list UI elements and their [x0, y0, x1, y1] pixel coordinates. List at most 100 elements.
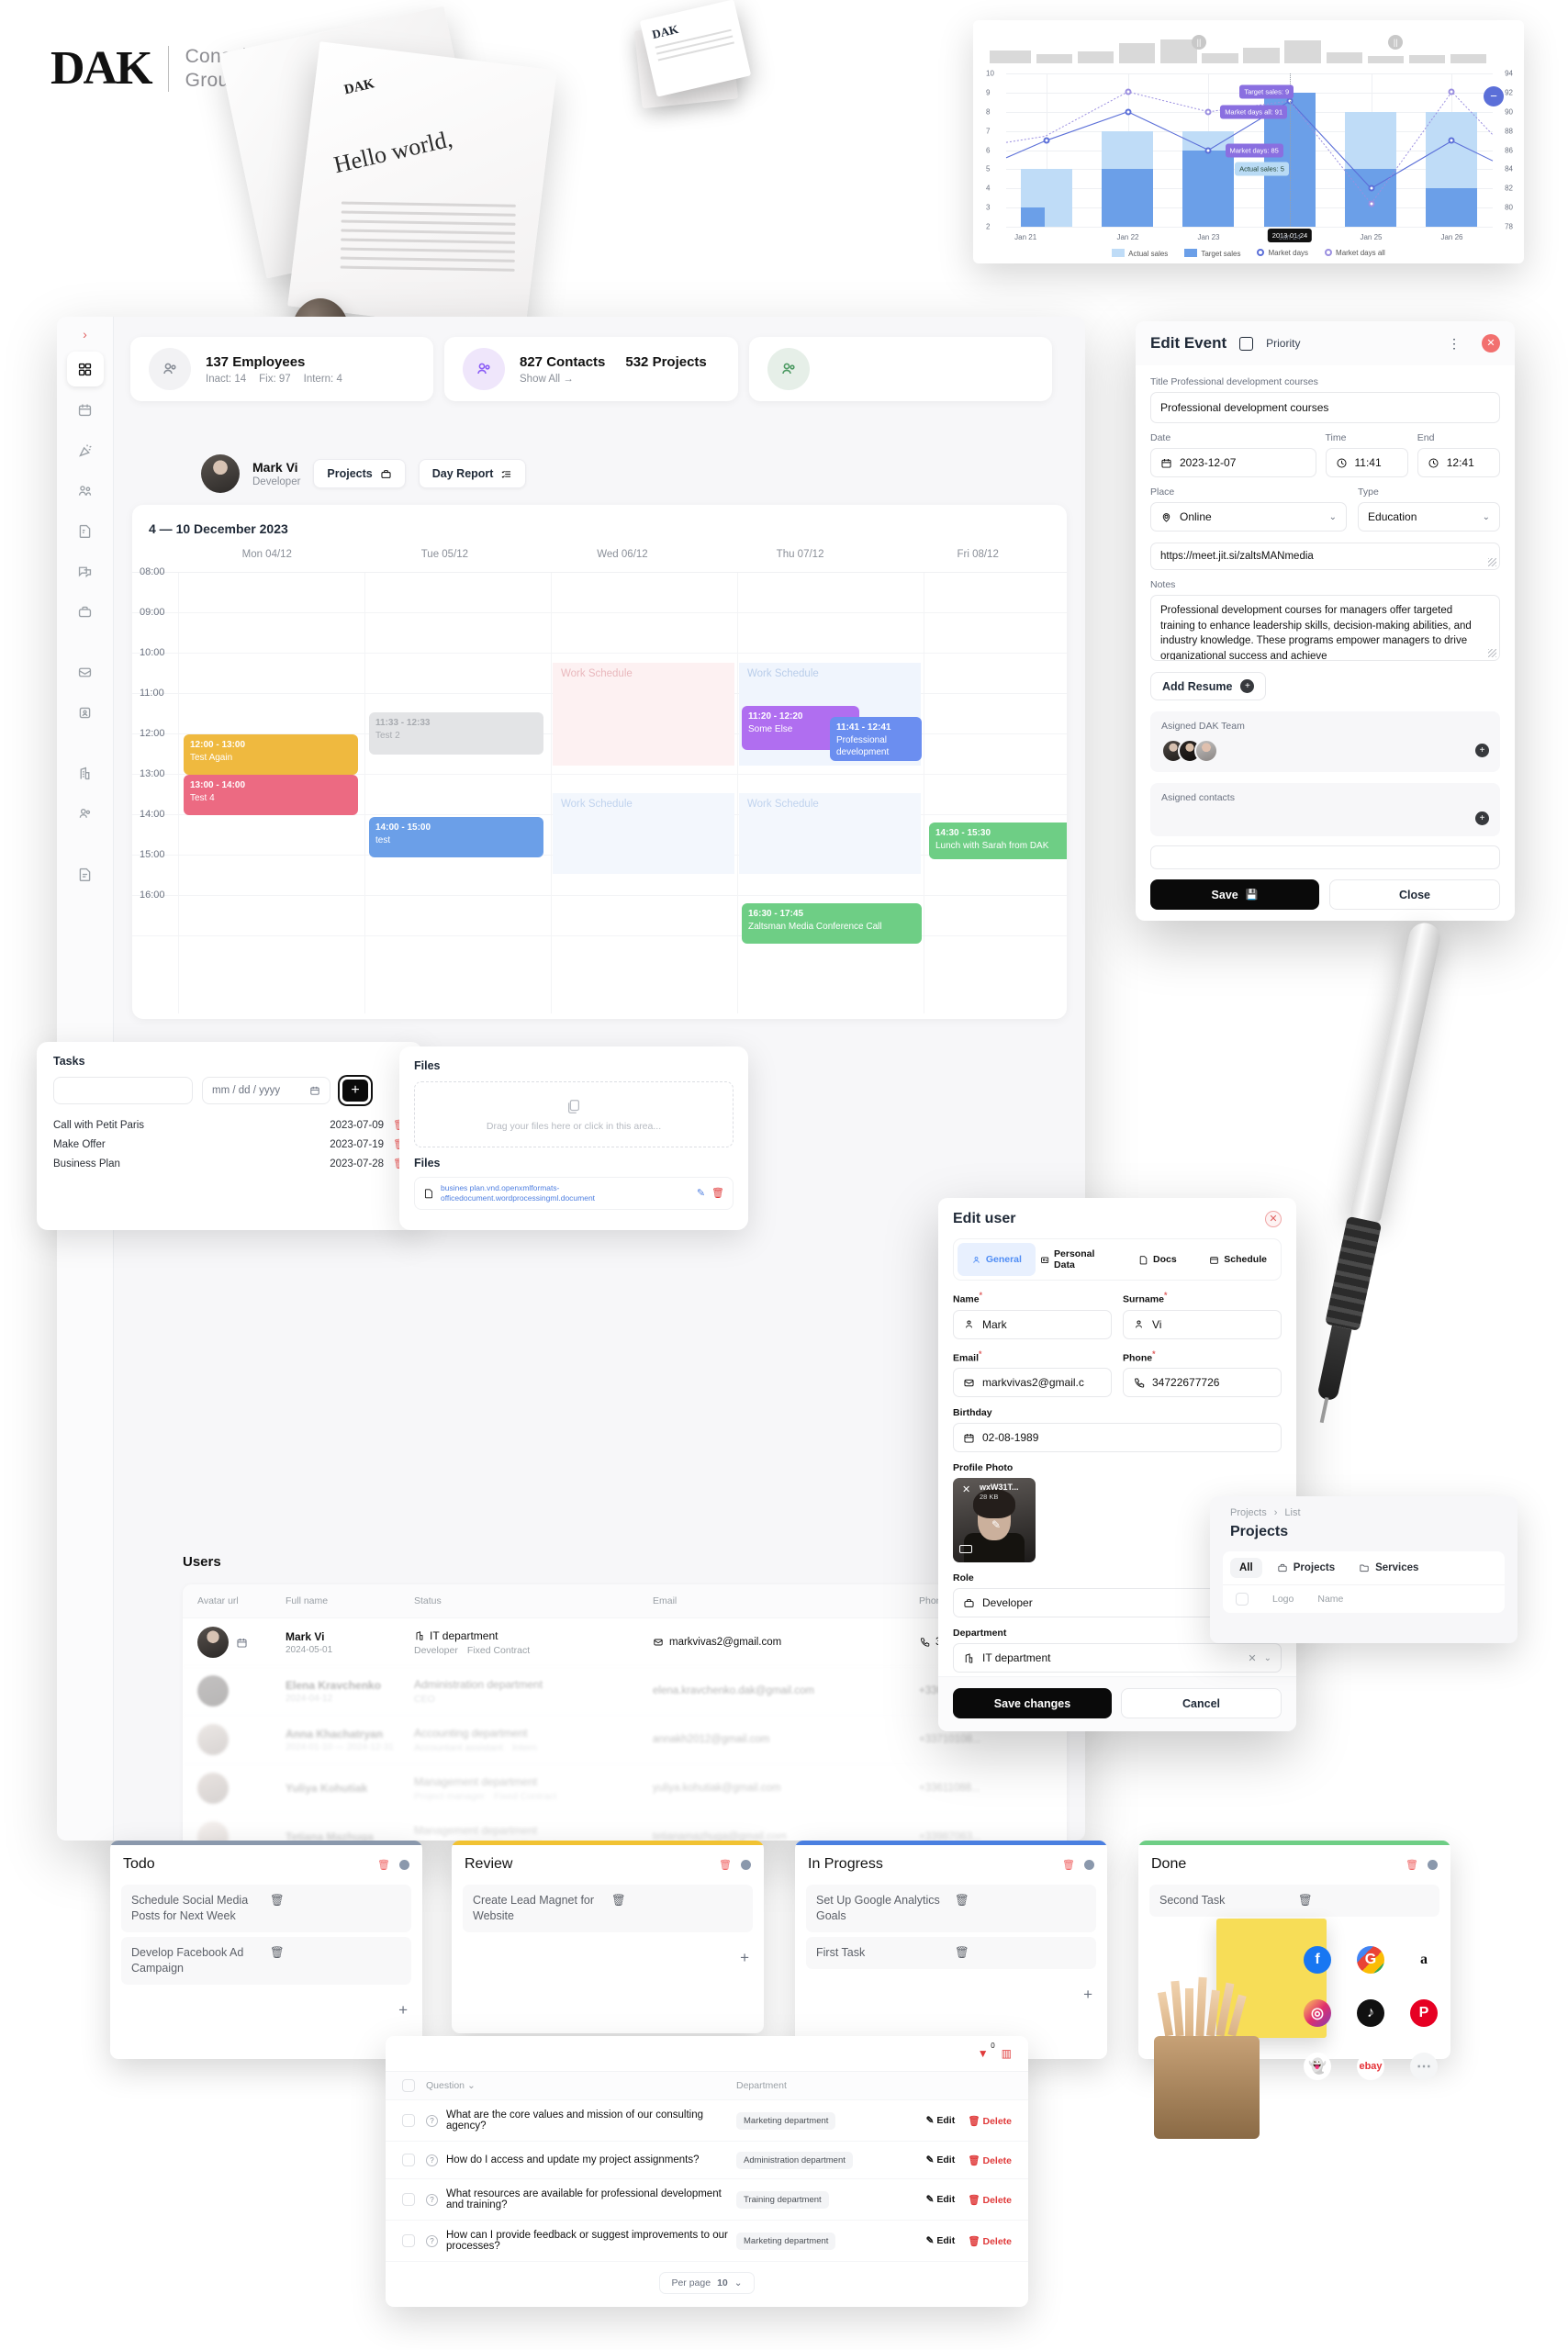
tab-docs[interactable]: Docs — [1119, 1243, 1197, 1276]
kanban-card[interactable]: First Task 🗑 — [806, 1936, 1096, 1969]
event-notes-textarea[interactable]: Professional development courses for man… — [1150, 595, 1500, 661]
more-icon[interactable]: ⋯ — [1410, 2053, 1438, 2080]
day-report-button[interactable]: Day Report — [418, 459, 527, 488]
delete-button[interactable]: 🗑 Delete — [968, 2194, 1012, 2206]
calendar-event[interactable]: 11:33 - 12:33 Test 2 — [369, 712, 543, 755]
edit-photo-icon[interactable]: ✎ — [991, 1518, 1001, 1531]
calendar-event[interactable]: 12:00 - 13:00 Test Again — [184, 734, 358, 775]
delete-card-icon[interactable]: 🗑 — [1298, 1893, 1429, 1908]
kanban-card[interactable]: Set Up Google Analytics Goals 🗑 — [806, 1885, 1096, 1932]
delete-card-icon[interactable]: 🗑 — [955, 1893, 1086, 1908]
delete-column-icon[interactable]: 🗑 — [719, 1859, 732, 1871]
task-name-input[interactable] — [53, 1077, 193, 1104]
breadcrumb-projects[interactable]: Projects — [1230, 1507, 1267, 1518]
save-button[interactable]: Save 💾 — [1150, 879, 1319, 910]
priority-checkbox[interactable] — [1239, 336, 1254, 351]
sidebar-item-projects[interactable] — [67, 594, 104, 629]
legend-item-market-days-all[interactable]: Market days all — [1325, 249, 1385, 258]
sidebar-item-team[interactable] — [67, 473, 104, 508]
delete-card-icon[interactable]: 🗑 — [611, 1893, 743, 1908]
row-checkbox[interactable] — [402, 2114, 415, 2127]
event-link-input[interactable]: https://meet.jit.si/zaltsMANmedia — [1150, 543, 1500, 570]
calendar-event[interactable]: 14:30 - 15:30 Lunch with Sarah from DAK — [929, 822, 1067, 859]
delete-card-icon[interactable]: 🗑 — [270, 1893, 401, 1908]
remove-photo-icon[interactable]: ✕ — [962, 1483, 970, 1495]
save-changes-button[interactable]: Save changes — [953, 1688, 1112, 1718]
column-status-dot[interactable] — [399, 1859, 409, 1870]
kanban-card[interactable]: Second Task 🗑 — [1149, 1885, 1439, 1917]
edit-file-icon[interactable]: ✎ — [697, 1187, 705, 1200]
kanban-card[interactable]: Create Lead Magnet for Website 🗑 — [463, 1885, 753, 1932]
amazon-icon[interactable]: a — [1410, 1946, 1438, 1974]
tab-general[interactable]: General — [958, 1243, 1036, 1276]
stat-card-employees[interactable]: 137 Employees Inact: 14 Fix: 97 Intern: … — [130, 337, 433, 401]
column-status-dot[interactable] — [1084, 1859, 1094, 1870]
table-row[interactable]: Tetiana Mazhuga Management departmentPro… — [183, 1812, 1067, 1841]
delete-button[interactable]: 🗑 Delete — [968, 2115, 1012, 2127]
row-checkbox[interactable] — [402, 2193, 415, 2206]
event-place-select[interactable]: Online ⌄ — [1150, 502, 1348, 532]
projects-button[interactable]: Projects — [313, 459, 406, 488]
kebab-menu-icon[interactable]: ⋮ — [1448, 336, 1462, 350]
avatar[interactable] — [201, 454, 240, 493]
stat-card-third[interactable] — [749, 337, 1052, 401]
delete-column-icon[interactable]: 🗑 — [1406, 1859, 1418, 1871]
column-status-dot[interactable] — [1428, 1859, 1438, 1870]
table-row[interactable]: Mark Vi 2024-05-01 IT department Develop… — [183, 1617, 1067, 1666]
delete-button[interactable]: 🗑 Delete — [968, 2235, 1012, 2247]
add-resume-button[interactable]: Add Resume + — [1150, 672, 1267, 700]
edit-button[interactable]: ✎ Edit — [926, 2115, 956, 2127]
table-row[interactable]: Yuliya Kohutiak Management department Pro… — [183, 1763, 1067, 1812]
legend-item-actual-sales[interactable]: Actual sales — [1112, 249, 1168, 258]
kanban-card[interactable]: Develop Facebook Ad Campaign 🗑 — [121, 1936, 411, 1985]
chevron-down-icon[interactable]: ⌄ — [1264, 1653, 1271, 1663]
sidebar-item-documents[interactable] — [67, 513, 104, 548]
google-shopping-icon[interactable]: G — [1357, 1946, 1384, 1974]
crop-photo-icon[interactable] — [959, 1545, 972, 1553]
file-dropzone[interactable]: Drag your files here or click in this ar… — [414, 1081, 734, 1147]
sidebar-item-inbox[interactable] — [67, 655, 104, 689]
tab-all[interactable]: All — [1230, 1558, 1262, 1578]
close-icon[interactable]: ✕ — [1265, 1211, 1282, 1227]
tab-personal-data[interactable]: Personal Data — [1038, 1243, 1116, 1276]
chart-zoom-out-button[interactable]: − — [1484, 86, 1504, 106]
add-contact-button[interactable]: + — [1475, 811, 1489, 825]
edit-button[interactable]: ✎ Edit — [926, 2154, 956, 2166]
surname-field[interactable]: Vi — [1123, 1309, 1282, 1339]
ebay-icon[interactable]: ebay — [1357, 2053, 1384, 2080]
resize-handle-icon[interactable] — [1488, 558, 1496, 566]
facebook-icon[interactable]: f — [1304, 1946, 1331, 1974]
breadcrumb-list[interactable]: List — [1284, 1507, 1300, 1518]
filter-icon[interactable]: ▼ 0 — [978, 2042, 995, 2060]
table-row[interactable]: ? What resources are available for profes… — [386, 2178, 1028, 2220]
sidebar-item-chat[interactable] — [67, 554, 104, 588]
department-select[interactable]: IT department ✕ ⌄ — [953, 1643, 1282, 1673]
phone-field[interactable]: 34722677726 — [1123, 1368, 1282, 1397]
calendar-event[interactable]: 13:00 - 14:00 Test 4 — [184, 775, 358, 815]
add-card-button[interactable]: + — [1083, 1986, 1092, 2004]
table-row[interactable]: ? How do I access and update my project a… — [386, 2141, 1028, 2178]
delete-file-icon[interactable]: 🗑 — [711, 1187, 724, 1200]
snapchat-icon[interactable]: 👻 — [1304, 2053, 1331, 2080]
task-row[interactable]: Make Offer 2023-07-19🗑 — [37, 1135, 422, 1154]
delete-card-icon[interactable]: 🗑 — [270, 1945, 401, 1961]
row-checkbox[interactable] — [402, 2154, 415, 2166]
sidebar-item-dashboard[interactable] — [66, 352, 104, 386]
sidebar-item-companies[interactable] — [67, 755, 104, 790]
resize-handle-icon[interactable] — [1488, 649, 1496, 657]
kanban-card[interactable]: Schedule Social Media Posts for Next Wee… — [121, 1885, 411, 1932]
legend-item-target-sales[interactable]: Target sales — [1184, 249, 1240, 258]
select-all-checkbox[interactable] — [402, 2079, 415, 2092]
sidebar-collapse-toggle[interactable]: › — [67, 322, 104, 346]
avatar[interactable] — [1194, 739, 1218, 763]
table-row[interactable]: ? How can I provide feedback or suggest i… — [386, 2220, 1028, 2261]
table-row[interactable]: Elena Kravchenko 2024-04-12 Administratio… — [183, 1666, 1067, 1715]
profile-photo-preview[interactable]: ✕ wxW31T... 28 KB ✎ — [953, 1478, 1036, 1562]
instagram-icon[interactable]: ◎ — [1304, 1999, 1331, 2027]
add-team-member-button[interactable]: + — [1475, 744, 1489, 757]
per-page-select[interactable]: Per page 10 ⌄ — [659, 2272, 755, 2294]
add-task-button[interactable]: + — [340, 1077, 371, 1104]
calendar-grid[interactable]: 08:00 09:00 10:00 11:00 12:00 13:00 14:0… — [132, 566, 1067, 1013]
add-card-button[interactable]: + — [398, 2001, 408, 2020]
row-checkbox[interactable] — [402, 2234, 415, 2247]
